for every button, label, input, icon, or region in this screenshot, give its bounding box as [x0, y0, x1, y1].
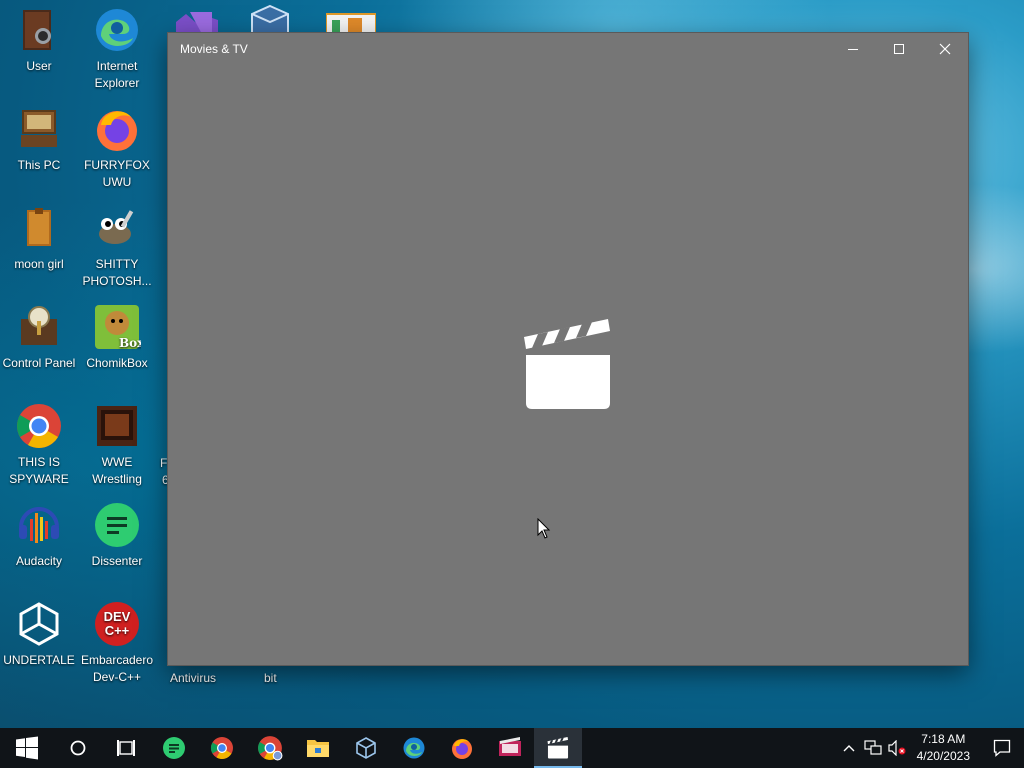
- visual-studio-icon: [176, 12, 218, 34]
- svg-text:Box: Box: [119, 336, 141, 350]
- taskbar-chrome-alt[interactable]: [246, 728, 294, 768]
- show-hidden-icons-button[interactable]: [837, 728, 861, 768]
- taskbar-chrome[interactable]: [198, 728, 246, 768]
- file-explorer-icon: [307, 740, 329, 757]
- desktop-icon-internet-explorer[interactable]: Internet Explorer: [78, 6, 156, 92]
- desktop-icon-user[interactable]: User: [0, 6, 78, 75]
- user-folder-icon: [23, 10, 51, 50]
- svg-text:C++: C++: [105, 623, 130, 638]
- chrome-icon: [211, 737, 233, 759]
- desktop-icon-devcpp[interactable]: DEV C++ Embarcadero Dev-C++: [78, 600, 156, 686]
- task-view-button[interactable]: [102, 728, 150, 768]
- dissenter-icon: [95, 503, 139, 547]
- firefox-icon: [97, 111, 137, 151]
- desktop-label-antivirus[interactable]: Antivirus: [170, 671, 216, 685]
- virtualbox-icon: [356, 737, 376, 759]
- devcpp-icon: DEV C++: [95, 602, 139, 646]
- app-window-icon: [326, 13, 376, 34]
- edge-icon: [403, 737, 425, 759]
- window-title: Movies & TV: [180, 42, 248, 56]
- clock-date: 4/20/2023: [916, 749, 970, 763]
- search-icon: [70, 740, 86, 756]
- desktop-icon-moon-girl[interactable]: moon girl: [0, 204, 78, 273]
- desktop-icon-wwe-wrestling[interactable]: WWE Wrestling: [78, 402, 156, 488]
- svg-text:DEV: DEV: [104, 609, 131, 624]
- close-button[interactable]: [922, 33, 968, 65]
- start-button[interactable]: [0, 728, 54, 768]
- close-icon: [939, 43, 951, 55]
- gimp-icon: [99, 210, 134, 244]
- wwe-icon: [97, 406, 137, 446]
- taskbar-media-app[interactable]: [486, 728, 534, 768]
- book-icon: [27, 208, 51, 246]
- movies-tv-icon: [547, 737, 569, 759]
- control-panel-icon: [21, 306, 57, 345]
- edge-icon: [96, 9, 138, 51]
- desktop-icon-shitty-photoshop[interactable]: SHITTY PHOTOSH...: [78, 204, 156, 290]
- action-center-button[interactable]: [980, 728, 1024, 768]
- taskbar-firefox[interactable]: [438, 728, 486, 768]
- firefox-icon: [452, 739, 472, 759]
- maximize-icon: [894, 44, 904, 54]
- virtualbox-cube-icon: [251, 4, 289, 34]
- volume-muted-icon: [888, 740, 906, 756]
- network-icon: [864, 740, 882, 755]
- desktop-label-partial: F: [160, 456, 168, 470]
- start-icon: [16, 736, 38, 760]
- network-button[interactable]: [861, 728, 885, 768]
- maximize-button[interactable]: [876, 33, 922, 65]
- desktop-icon-chomikbox[interactable]: Box ChomikBox: [78, 303, 156, 372]
- window-titlebar[interactable]: Movies & TV: [168, 33, 968, 65]
- desktop-icon-furryfox[interactable]: FURRYFOX UWU: [78, 105, 156, 191]
- system-tray: 7:18 AM 4/20/2023: [837, 728, 1024, 768]
- clock-time: 7:18 AM: [921, 732, 966, 746]
- minimize-button[interactable]: [830, 33, 876, 65]
- taskbar-edge[interactable]: [390, 728, 438, 768]
- computer-icon: [21, 110, 57, 147]
- taskbar-file-explorer[interactable]: [294, 728, 342, 768]
- desktop-icon-this-pc[interactable]: This PC: [0, 105, 78, 174]
- audacity-icon: [19, 507, 59, 543]
- desktop-icon-dissenter[interactable]: Dissenter: [78, 501, 156, 570]
- taskbar-movies-tv[interactable]: [534, 728, 582, 768]
- taskbar-dissenter[interactable]: [150, 728, 198, 768]
- movies-tv-window[interactable]: Movies & TV: [168, 33, 968, 665]
- taskbar-virtualbox[interactable]: [342, 728, 390, 768]
- desktop-icon-undertale[interactable]: UNDERTALE: [0, 600, 78, 669]
- media-app-icon: [499, 737, 521, 756]
- chrome-icon: [17, 404, 61, 448]
- chomikbox-icon: Box: [95, 305, 141, 350]
- chevron-up-icon: [843, 745, 855, 752]
- desktop-icon-spyware[interactable]: THIS IS SPYWARE: [0, 402, 78, 488]
- volume-button[interactable]: [885, 728, 909, 768]
- search-button[interactable]: [54, 728, 102, 768]
- minimize-icon: [848, 49, 858, 50]
- clock[interactable]: 7:18 AM 4/20/2023: [909, 731, 980, 765]
- mouse-cursor-icon: [537, 518, 551, 539]
- unity-icon: [19, 602, 59, 646]
- dissenter-icon: [163, 737, 185, 759]
- notification-icon: [993, 739, 1011, 757]
- task-view-icon: [117, 740, 135, 756]
- desktop-icon-audacity[interactable]: Audacity: [0, 501, 78, 570]
- clapperboard-icon: [524, 319, 610, 409]
- chrome-alt-icon: [258, 736, 283, 761]
- desktop-label-bit[interactable]: bit: [264, 671, 277, 685]
- desktop-icon-control-panel[interactable]: Control Panel: [0, 303, 78, 372]
- taskbar: 7:18 AM 4/20/2023: [0, 728, 1024, 768]
